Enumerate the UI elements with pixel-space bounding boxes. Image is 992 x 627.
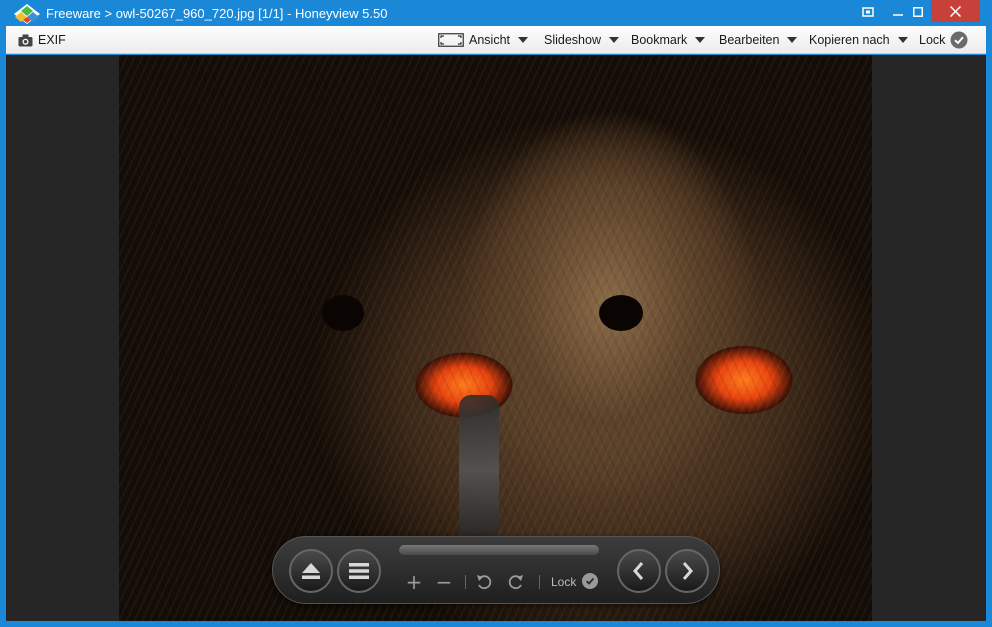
honeyview-logo-icon (14, 4, 40, 24)
chevron-down-icon (787, 37, 798, 43)
zoom-in-button[interactable]: + (403, 570, 425, 594)
next-image-button[interactable] (665, 549, 709, 593)
window-bottom-border (0, 621, 992, 627)
title-bar[interactable]: Freeware > owl-50267_960_720.jpg [1/1] -… (0, 0, 992, 26)
lock-toggle[interactable]: Lock (919, 26, 968, 54)
slideshow-label: Slideshow (544, 33, 601, 47)
app-window: Freeware > owl-50267_960_720.jpg [1/1] -… (0, 0, 992, 627)
fullscreen-icon (438, 33, 464, 47)
bookmark-menu[interactable]: Bookmark (631, 26, 706, 54)
rotate-right-button[interactable] (505, 571, 527, 593)
chevron-down-icon (518, 37, 528, 43)
bookmark-label: Bookmark (631, 33, 688, 47)
chevron-down-icon (897, 37, 908, 43)
lock-label: Lock (919, 33, 946, 47)
kopieren-label: Kopieren nach (809, 33, 890, 47)
floating-control-bar: + − Lock (272, 536, 720, 604)
eject-icon (302, 563, 320, 579)
ansicht-label: Ansicht (469, 33, 510, 47)
kopieren-nach-menu[interactable]: Kopieren nach (809, 26, 908, 54)
separator (465, 575, 466, 589)
minimize-icon (893, 14, 903, 16)
fit-window-button[interactable] (854, 0, 882, 24)
chevron-down-icon (608, 37, 619, 43)
navigation-slider[interactable] (399, 545, 599, 555)
close-icon (950, 5, 961, 17)
rotate-left-icon (477, 575, 492, 590)
separator (539, 575, 540, 589)
camera-icon (18, 34, 33, 46)
window-title: Freeware > owl-50267_960_720.jpg [1/1] -… (46, 6, 388, 21)
left-pupil (322, 295, 364, 331)
slideshow-menu[interactable]: Slideshow (544, 26, 619, 54)
zoom-out-button[interactable]: − (433, 570, 455, 594)
ansicht-menu[interactable]: Ansicht (438, 26, 528, 54)
previous-image-button[interactable] (617, 549, 661, 593)
menu-icon (349, 563, 369, 579)
check-circle-icon (950, 31, 968, 49)
eject-button[interactable] (289, 549, 333, 593)
check-circle-icon (585, 577, 595, 585)
menu-button[interactable] (337, 549, 381, 593)
minimize-button[interactable] (887, 0, 909, 24)
zoom-out-icon: − (435, 570, 453, 594)
right-pupil (599, 295, 643, 331)
chevron-down-icon (695, 37, 706, 43)
controlbar-lock-label[interactable]: Lock (551, 575, 576, 589)
rotate-left-button[interactable] (473, 571, 495, 593)
fit-icon (862, 7, 874, 17)
zoom-in-icon: + (405, 570, 423, 594)
exif-label: EXIF (38, 33, 66, 47)
image-viewer[interactable]: + − Lock (6, 55, 986, 621)
bearbeiten-label: Bearbeiten (719, 33, 780, 47)
next-icon (682, 562, 693, 580)
controlbar-lock-toggle[interactable] (582, 573, 598, 589)
owl-beak (459, 395, 499, 545)
maximize-icon (913, 7, 923, 17)
bearbeiten-menu[interactable]: Bearbeiten (719, 26, 798, 54)
close-button[interactable] (931, 0, 980, 22)
prev-icon (633, 562, 644, 580)
toolbar: EXIF Ansicht Slideshow Bookmark Bearbeit… (6, 26, 986, 54)
rotate-right-icon (508, 575, 523, 590)
maximize-button[interactable] (907, 0, 929, 24)
exif-button[interactable]: EXIF (18, 26, 66, 54)
